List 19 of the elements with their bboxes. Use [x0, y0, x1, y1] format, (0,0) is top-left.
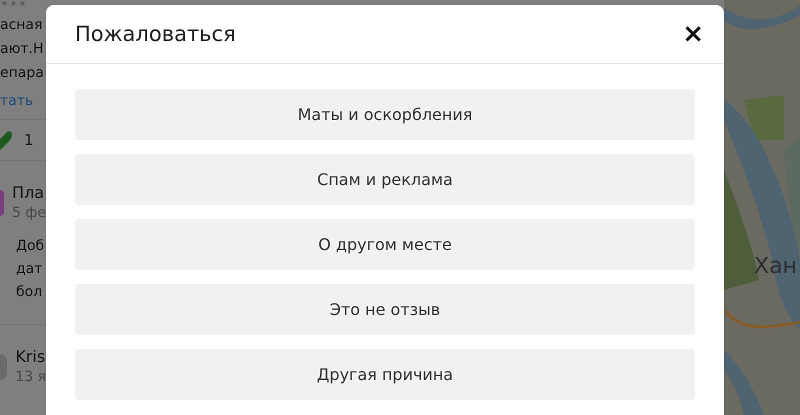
comment-date: 5 фе: [12, 204, 46, 223]
like-count: 1: [24, 131, 34, 149]
reason-option[interactable]: Спам и реклама: [75, 154, 695, 205]
comment-text: бол: [16, 283, 44, 302]
map-city-label: Хан: [754, 254, 797, 279]
review-text: асная: [0, 16, 44, 35]
dialog-title: Пожаловаться: [75, 22, 236, 46]
comment-text: дат: [16, 260, 44, 279]
reason-option[interactable]: Другая причина: [75, 349, 695, 400]
reason-option[interactable]: Это не отзыв: [75, 284, 695, 335]
comment-text: Доб: [16, 237, 46, 256]
heart-icon[interactable]: [0, 129, 12, 151]
close-button[interactable]: ×: [678, 19, 708, 49]
author-name: Kris: [15, 347, 46, 367]
review-text: ают.Н: [0, 40, 44, 59]
reason-option[interactable]: Маты и оскорбления: [75, 89, 695, 140]
author-name: Пла: [12, 183, 46, 203]
review-text: епара: [0, 64, 45, 83]
reason-option[interactable]: О другом месте: [75, 219, 695, 270]
